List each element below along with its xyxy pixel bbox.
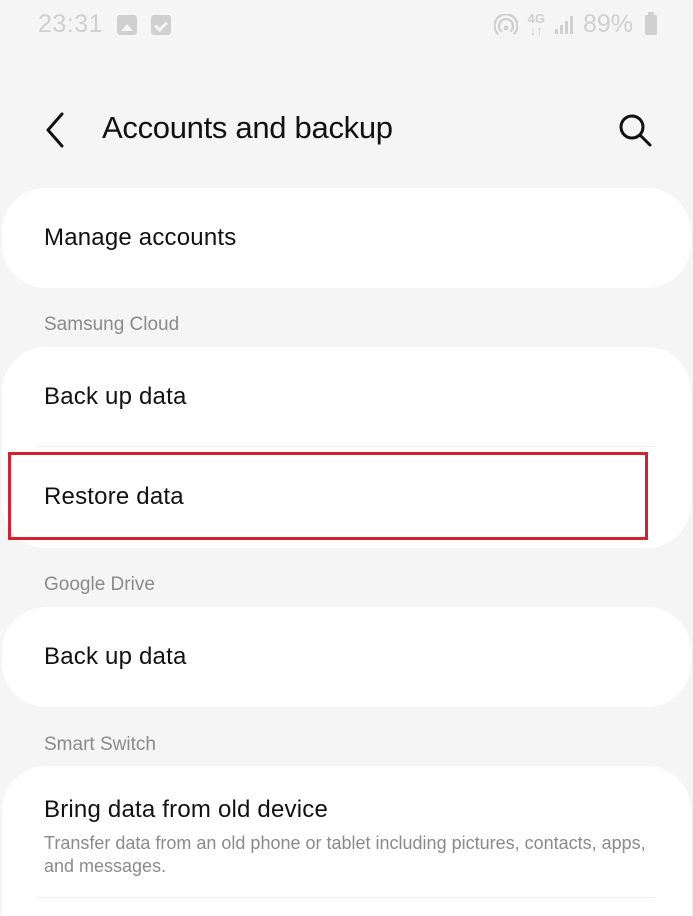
samsung-cloud-card: Back up data Restore data — [2, 347, 691, 548]
bring-data-item[interactable]: Bring data from old device Transfer data… — [2, 766, 691, 898]
manage-accounts-label: Manage accounts — [44, 224, 237, 251]
bring-data-subtitle: Transfer data from an old phone or table… — [44, 833, 646, 876]
section-header-samsung-cloud: Samsung Cloud — [44, 314, 180, 335]
search-button[interactable] — [615, 110, 655, 150]
network-activity-arrows: ↓↑ — [529, 22, 543, 38]
status-time: 23:31 — [38, 10, 104, 38]
manage-accounts-card: Manage accounts — [2, 188, 691, 288]
divider — [38, 897, 655, 898]
section-header-google-drive: Google Drive — [44, 574, 155, 595]
manage-accounts-item[interactable]: Manage accounts — [2, 188, 691, 288]
battery-icon — [645, 11, 657, 35]
screen: 23:31 4G ↓↑ 89% Accounts and backup Mana… — [0, 0, 693, 916]
google-backup-item[interactable]: Back up data — [2, 607, 691, 707]
signal-icon — [554, 15, 573, 34]
battery-percent: 89% — [582, 10, 633, 38]
samsung-restore-label: Restore data — [44, 483, 184, 510]
samsung-backup-item[interactable]: Back up data — [2, 347, 691, 447]
smart-switch-card: Bring data from old device Transfer data… — [2, 766, 691, 916]
samsung-restore-item[interactable]: Restore data — [2, 447, 691, 547]
back-button[interactable] — [36, 110, 76, 150]
bring-data-title: Bring data from old device — [44, 796, 329, 823]
google-drive-card: Back up data — [2, 607, 691, 707]
app-header: Accounts and backup — [0, 96, 693, 166]
section-header-smart-switch: Smart Switch — [44, 734, 156, 755]
search-icon — [619, 114, 652, 147]
status-bar: 23:31 4G ↓↑ 89% — [0, 0, 693, 52]
status-left: 23:31 — [38, 10, 172, 39]
google-backup-label: Back up data — [44, 643, 187, 670]
checkbox-icon — [151, 14, 172, 35]
network-type: 4G ↓↑ — [528, 12, 545, 38]
samsung-backup-label: Back up data — [44, 383, 187, 410]
gallery-icon — [117, 14, 138, 35]
hotspot-icon — [493, 13, 518, 35]
status-right: 4G ↓↑ 89% — [493, 10, 657, 39]
page-title: Accounts and backup — [102, 110, 393, 145]
chevron-left-icon — [46, 112, 64, 148]
